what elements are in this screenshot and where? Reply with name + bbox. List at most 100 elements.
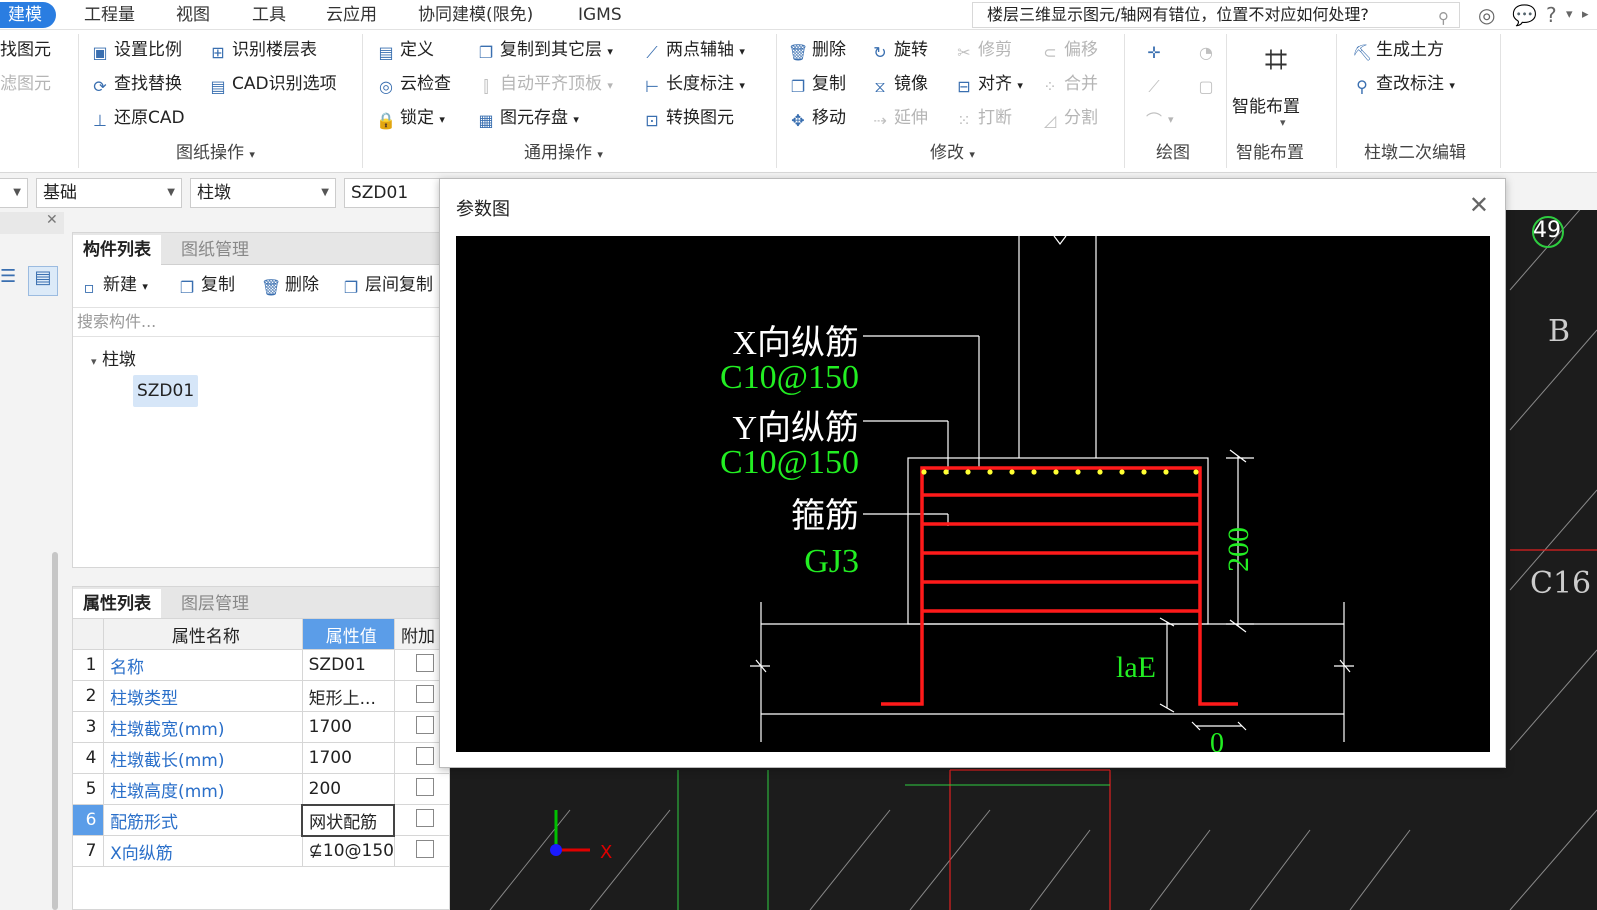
rotate-icon: ↻ <box>873 43 887 62</box>
copy-to-other-floor-button[interactable]: ❐ 复制到其它层 ▾ <box>476 36 613 64</box>
checkbox[interactable] <box>415 746 434 765</box>
table-row[interactable]: 4 柱墩截长(mm) 1700 <box>71 742 451 774</box>
label-stirrup: 箍筋 <box>791 497 859 535</box>
table-row[interactable]: 2 柱墩类型 矩形上... <box>71 680 451 712</box>
delete-component-button[interactable]: 🗑 删除 <box>261 271 319 299</box>
find-element-button[interactable]: 找图元 <box>0 36 51 64</box>
restore-cad-button[interactable]: ⊥ 还原CAD <box>90 104 185 132</box>
table-row[interactable]: 3 柱墩截宽(mm) 1700 <box>71 711 451 743</box>
new-button[interactable]: ▫ 新建 ▾ <box>79 271 148 299</box>
menu-cloud[interactable]: 云应用 <box>326 2 377 28</box>
menu-modeling[interactable]: 建模 <box>0 2 56 28</box>
tab-layer-management[interactable]: 图层管理 <box>171 589 259 619</box>
property-value-cell[interactable]: 网状配筋 <box>301 803 396 837</box>
smart-layout-dropdown-icon[interactable]: ▾ <box>1280 116 1286 129</box>
draw-arc-button[interactable]: ⌒ ▾ <box>1144 104 1174 132</box>
menu-collab[interactable]: 协同建模(限免) <box>418 2 533 28</box>
table-row[interactable]: 7 X向纵筋 ⊈10@150 <box>71 835 451 867</box>
close-icon[interactable]: ✕ <box>1469 191 1489 219</box>
collapse-icon[interactable]: ▸ <box>1582 2 1589 28</box>
offset-button[interactable]: ⊂ 偏移 <box>1040 36 1098 64</box>
user-icon[interactable]: ◎ <box>1478 2 1495 28</box>
cad-options-button[interactable]: ▤ CAD识别选项 <box>208 70 336 98</box>
draw-line-button[interactable]: ⟋ <box>1144 70 1168 98</box>
menu-igms[interactable]: IGMS <box>578 2 622 28</box>
merge-button[interactable]: ⁘ 合并 <box>1040 70 1098 98</box>
check-annotation-button[interactable]: ⚲ 查改标注 ▾ <box>1352 70 1455 98</box>
property-value-cell[interactable]: SZD01 <box>301 649 395 681</box>
property-value-cell[interactable]: 1700 <box>301 711 395 743</box>
copy-button[interactable]: ❐ 复制 <box>788 70 846 98</box>
find-replace-button[interactable]: ⟳ 查找替换 <box>90 70 182 98</box>
search-icon[interactable]: ⚲ <box>1438 6 1449 27</box>
table-row-selected[interactable]: 6 配筋形式 网状配筋 <box>71 803 451 837</box>
checkbox[interactable] <box>415 777 434 796</box>
checkbox[interactable] <box>415 839 434 858</box>
type-select[interactable]: 柱墩 ▼ <box>190 178 336 208</box>
help-icon[interactable]: ? <box>1546 2 1557 28</box>
move-button[interactable]: ✥ 移动 <box>788 104 846 132</box>
trim-button[interactable]: ✂ 修剪 <box>954 36 1012 64</box>
smart-layout-icon[interactable]: ⌗ <box>1256 38 1296 82</box>
group-label-drawing-ops[interactable]: 图纸操作 ▾ <box>176 142 255 164</box>
checkbox[interactable] <box>415 653 434 672</box>
draw-rotate-point-button[interactable]: ◔ <box>1196 36 1220 64</box>
lock-button[interactable]: 🔒 锁定 ▾ <box>376 104 445 132</box>
delete-button[interactable]: 🗑 删除 <box>788 36 846 64</box>
smart-layout-button[interactable]: 智能布置 <box>1232 92 1300 117</box>
rotate-button[interactable]: ↻ 旋转 <box>870 36 928 64</box>
help-search-input[interactable]: 楼层三维显示图元/轴网有错位，位置不对应如何处理? ⚲ <box>972 2 1460 28</box>
component-search-input[interactable]: 搜索构件... <box>73 307 451 337</box>
extend-button[interactable]: ⇢ 延伸 <box>870 104 928 132</box>
element-save-button[interactable]: ▦ 图元存盘 ▾ <box>476 104 579 132</box>
scrollbar[interactable] <box>52 552 58 910</box>
menu-view[interactable]: 视图 <box>176 2 210 28</box>
checkbox[interactable] <box>415 684 434 703</box>
property-value-cell[interactable]: ⊈10@150 <box>301 835 395 867</box>
checkbox[interactable] <box>415 715 434 734</box>
axis-icon: ⟋ <box>646 43 658 62</box>
length-dimension-button[interactable]: ⊢ 长度标注 ▾ <box>642 70 745 98</box>
draw-point-button[interactable]: ✛ <box>1144 36 1168 64</box>
copy-component-button[interactable]: ❐ 复制 <box>177 271 235 299</box>
table-row[interactable]: 5 柱墩高度(mm) 200 <box>71 773 451 805</box>
set-scale-button[interactable]: ▣ 设置比例 <box>90 36 182 64</box>
align-button[interactable]: ⊟ 对齐 ▾ <box>954 70 1023 98</box>
cloud-check-button[interactable]: ◎ 云检查 <box>376 70 451 98</box>
auto-align-slab-button[interactable]: ⫿ 自动平齐顶板 ▾ <box>476 70 613 98</box>
table-row[interactable]: 1 名称 SZD01 <box>71 649 451 681</box>
split-button[interactable]: ◿ 分割 <box>1040 104 1098 132</box>
define-button[interactable]: ▤ 定义 <box>376 36 434 64</box>
property-value-cell[interactable]: 矩形上... <box>301 680 395 712</box>
mirror-button[interactable]: ⧖ 镜像 <box>870 70 928 98</box>
draw-rect-button[interactable]: ▢ <box>1196 70 1220 98</box>
checkbox[interactable] <box>416 808 435 827</box>
filter-element-button[interactable]: 滤图元 <box>0 70 51 98</box>
floor-copy-button[interactable]: ❐ 层间复制 <box>341 271 433 299</box>
tab-property-list[interactable]: 属性列表 <box>73 589 161 619</box>
tab-drawing-management[interactable]: 图纸管理 <box>171 235 259 265</box>
break-button[interactable]: ⁙ 打断 <box>954 104 1012 132</box>
tree-node-column-pier[interactable]: ▾ 柱墩 <box>91 345 136 370</box>
identify-floor-table-button[interactable]: ⊞ 识别楼层表 <box>208 36 317 64</box>
generate-earthwork-button[interactable]: ⛏ 生成土方 <box>1352 36 1444 64</box>
menu-quantity[interactable]: 工程量 <box>84 2 135 28</box>
convert-element-button[interactable]: ⊡ 转换图元 <box>642 104 734 132</box>
component-select[interactable]: SZD01 <box>344 178 454 208</box>
list-view-icon[interactable]: ☰ <box>0 266 22 296</box>
property-value-cell[interactable]: 1700 <box>301 742 395 774</box>
menu-tools[interactable]: 工具 <box>252 2 286 28</box>
tree-node-szd01[interactable]: SZD01 <box>133 375 199 407</box>
property-value-cell[interactable]: 200 <box>301 773 395 805</box>
group-label-common-ops[interactable]: 通用操作 ▾ <box>524 142 603 164</box>
help-dropdown-icon[interactable]: ▾ <box>1566 2 1573 28</box>
two-point-axis-button[interactable]: ⟋ 两点辅轴 ▾ <box>642 36 745 64</box>
detail-view-icon[interactable]: ▤ <box>28 266 58 296</box>
floor-select[interactable]: 基础 ▼ <box>36 178 182 208</box>
chat-icon[interactable]: 💬 <box>1512 2 1537 28</box>
dialog-title: 参数图 <box>456 199 510 220</box>
close-icon[interactable]: ✕ <box>46 212 58 228</box>
layer-select[interactable]: ▼ <box>0 178 28 208</box>
group-label-modify[interactable]: 修改 ▾ <box>930 142 975 164</box>
tab-component-list[interactable]: 构件列表 <box>73 235 161 265</box>
